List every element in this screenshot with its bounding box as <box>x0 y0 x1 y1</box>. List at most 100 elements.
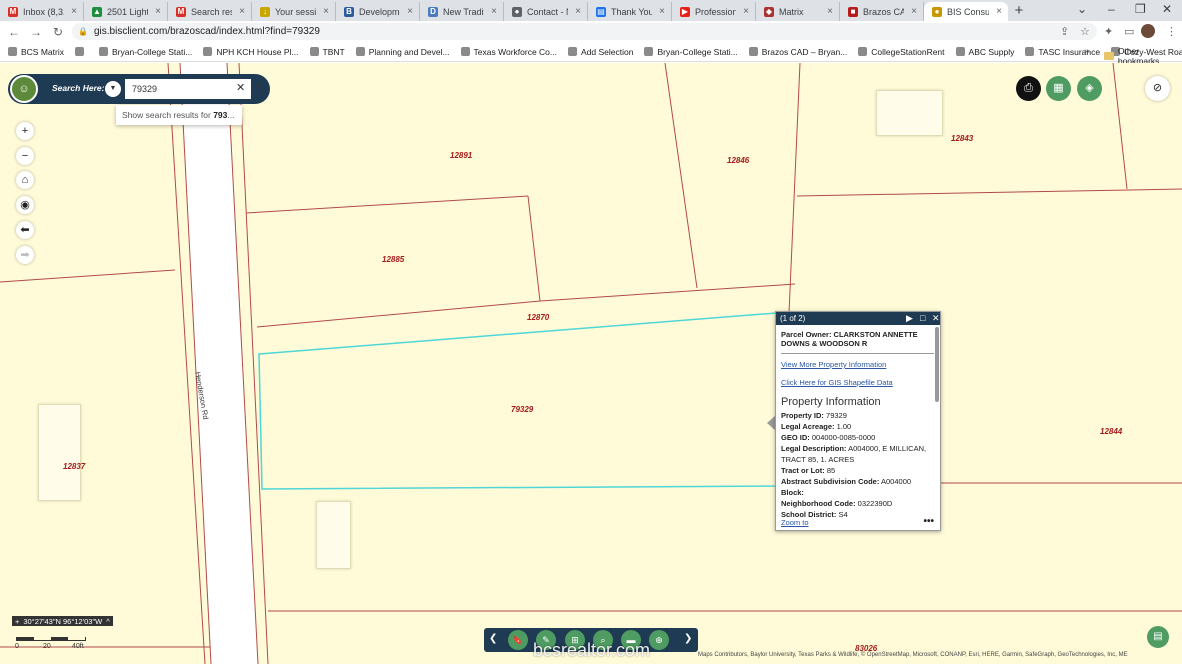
side-panel-icon[interactable]: ▭ <box>1124 25 1134 38</box>
minimize-icon[interactable]: – <box>1108 2 1115 16</box>
search-source-dropdown[interactable]: ▼ <box>105 81 121 97</box>
zoom-to-link[interactable]: Zoom to <box>781 518 809 527</box>
tab-close-icon[interactable]: × <box>994 6 1004 17</box>
bookmark-label: Add Selection <box>580 46 634 57</box>
tab-label: Brazos CAD <box>863 6 904 17</box>
forward-icon[interactable]: → <box>25 25 47 39</box>
chart-icon: ▤ <box>596 6 606 17</box>
window-close-icon[interactable]: ✕ <box>1162 2 1172 16</box>
download-icon: ↓ <box>260 6 270 17</box>
tab-label: Search results <box>191 6 232 17</box>
bookmark-item[interactable]: Brazos CAD – Bryan... <box>748 47 847 57</box>
bookmark-item[interactable]: Texas Workforce Co... <box>460 47 557 57</box>
bookmark-item[interactable]: Add Selection <box>567 46 634 57</box>
profile-avatar[interactable] <box>1141 24 1155 38</box>
tab-close-icon[interactable]: × <box>405 6 415 17</box>
extensions-icon[interactable]: ✦ <box>1104 25 1113 38</box>
lock-icon[interactable]: 🔒 <box>78 27 88 36</box>
tab-close-icon[interactable]: × <box>69 6 79 17</box>
coord-collapse-icon[interactable]: ^ <box>106 617 110 626</box>
maximize-icon[interactable]: □ <box>920 313 925 323</box>
tab-close-icon[interactable]: × <box>153 6 163 17</box>
url-text[interactable]: gis.bisclient.com/brazoscad/index.html?f… <box>94 26 320 37</box>
bookmark-item[interactable]: BCS Matrix <box>8 47 64 57</box>
bookmark-item[interactable]: NPH KCH House Pl... <box>203 47 299 57</box>
map-view[interactable]: 12891 12846 12843 12885 12870 79329 1284… <box>0 63 1182 664</box>
bookmarks-overflow-icon[interactable]: » <box>1084 46 1090 57</box>
selected-parcel-outline <box>258 312 777 490</box>
property-field: Property ID: 79329 <box>781 410 934 421</box>
more-actions-icon[interactable]: ••• <box>923 516 934 527</box>
view-more-link[interactable]: View More Property Information <box>781 360 934 369</box>
bookmark-item[interactable]: Bryan-College Stati... <box>644 47 738 57</box>
share-icon[interactable]: ⇪ <box>1060 25 1069 38</box>
reload-icon[interactable]: ↻ <box>47 25 69 39</box>
toolbar-prev-icon[interactable]: ❮ <box>489 633 497 644</box>
toolbar-next-icon[interactable]: ❯ <box>684 633 692 644</box>
bookmark-item[interactable]: TBNT <box>309 47 345 57</box>
bookmark-favicon-icon <box>98 47 108 56</box>
popup-body: Parcel Owner: CLARKSTON ANNETTE DOWNS & … <box>781 330 934 518</box>
bookmark-star-icon[interactable]: ☆ <box>1080 25 1090 38</box>
locate-button[interactable]: ◉ <box>16 196 34 214</box>
close-icon[interactable]: ✕ <box>932 313 940 324</box>
bookmark-item[interactable]: Bryan-College Stati... <box>98 47 192 57</box>
parcel-boundary <box>796 188 1182 197</box>
browser-tab[interactable]: ● BIS Consultin × <box>924 2 1008 21</box>
basemap-gallery-button[interactable]: ▦ <box>1046 76 1071 101</box>
field-key: Neighborhood Code: <box>781 499 856 508</box>
zoom-out-button[interactable]: − <box>16 147 34 165</box>
property-field: Abstract Subdivision Code: A004000 <box>781 476 934 487</box>
layers-button[interactable]: ◈ <box>1077 76 1102 101</box>
zoom-in-button[interactable]: + <box>16 122 34 140</box>
tab-close-icon[interactable]: × <box>321 6 331 17</box>
search-input[interactable] <box>125 79 251 99</box>
back-extent-button[interactable]: ⬅ <box>16 221 34 239</box>
bookmark-tool[interactable]: 🔖 <box>508 630 528 650</box>
browser-tab[interactable]: ● Contact - Ne × <box>504 2 588 21</box>
browser-tab[interactable]: M Inbox (8,310) × <box>0 2 84 21</box>
browser-tab[interactable]: M Search results × <box>168 2 252 21</box>
restore-icon[interactable]: ❐ <box>1135 2 1146 16</box>
forward-extent-button[interactable]: ➡ <box>16 246 34 264</box>
tab-close-icon[interactable]: × <box>909 6 919 17</box>
new-tab-button[interactable]: + <box>1008 2 1030 21</box>
legend-button[interactable]: ▤ <box>1147 626 1169 648</box>
browser-tab[interactable]: ■ Brazos CAD × <box>840 2 924 21</box>
back-icon[interactable]: ← <box>3 25 25 39</box>
next-feature-icon[interactable]: ▶ <box>906 313 913 324</box>
bookmark-item[interactable]: Planning and Devel... <box>355 47 450 57</box>
bookmark-item[interactable]: CollegeStationRent <box>858 47 945 57</box>
home-button[interactable]: ⌂ <box>16 171 34 189</box>
tab-search-icon[interactable]: ⌄ <box>1077 2 1087 16</box>
youtube-icon: ▶ <box>680 6 690 17</box>
coord-expand-icon[interactable]: + <box>15 617 19 626</box>
tab-close-icon[interactable]: × <box>489 6 499 17</box>
tab-close-icon[interactable]: × <box>657 6 667 17</box>
browser-tab[interactable]: D New Traditio × <box>420 2 504 21</box>
address-bar[interactable]: 🔒 gis.bisclient.com/brazoscad/index.html… <box>72 23 1097 40</box>
tab-close-icon[interactable]: × <box>237 6 247 17</box>
field-value: 0322390D <box>855 499 893 508</box>
shapefile-link[interactable]: Click Here for GIS Shapefile Data <box>781 378 934 387</box>
browser-tab[interactable]: B Development × <box>336 2 420 21</box>
hide-panel-button[interactable]: ⊘ <box>1145 76 1170 101</box>
add-data-tool[interactable]: ⊕ <box>649 630 669 650</box>
tab-close-icon[interactable]: × <box>573 6 583 17</box>
clear-search-icon[interactable]: ✕ <box>236 81 245 94</box>
popup-scrollbar[interactable] <box>935 327 939 402</box>
tab-close-icon[interactable]: × <box>741 6 751 17</box>
search-icon[interactable]: ⌕ <box>254 80 260 93</box>
search-suggestion[interactable]: Show search results for 793... <box>116 105 242 125</box>
bookmark-item[interactable]: ABC Supply <box>955 47 1014 57</box>
browser-tab[interactable]: ↓ Your session × <box>252 2 336 21</box>
browser-tab[interactable]: ◆ Matrix × <box>756 2 840 21</box>
menu-icon[interactable]: ⋮ <box>1166 25 1177 38</box>
tab-close-icon[interactable]: × <box>825 6 835 17</box>
browser-tab[interactable]: ▤ Thank You! Y × <box>588 2 672 21</box>
browser-tab[interactable]: ▲ 2501 Lightfoo × <box>84 2 168 21</box>
browser-tab[interactable]: ▶ Professional × <box>672 2 756 21</box>
bookmark-label: BCS Matrix <box>21 46 64 57</box>
print-button[interactable]: ⎙ <box>1016 76 1041 101</box>
bookmark-item[interactable] <box>74 47 88 56</box>
